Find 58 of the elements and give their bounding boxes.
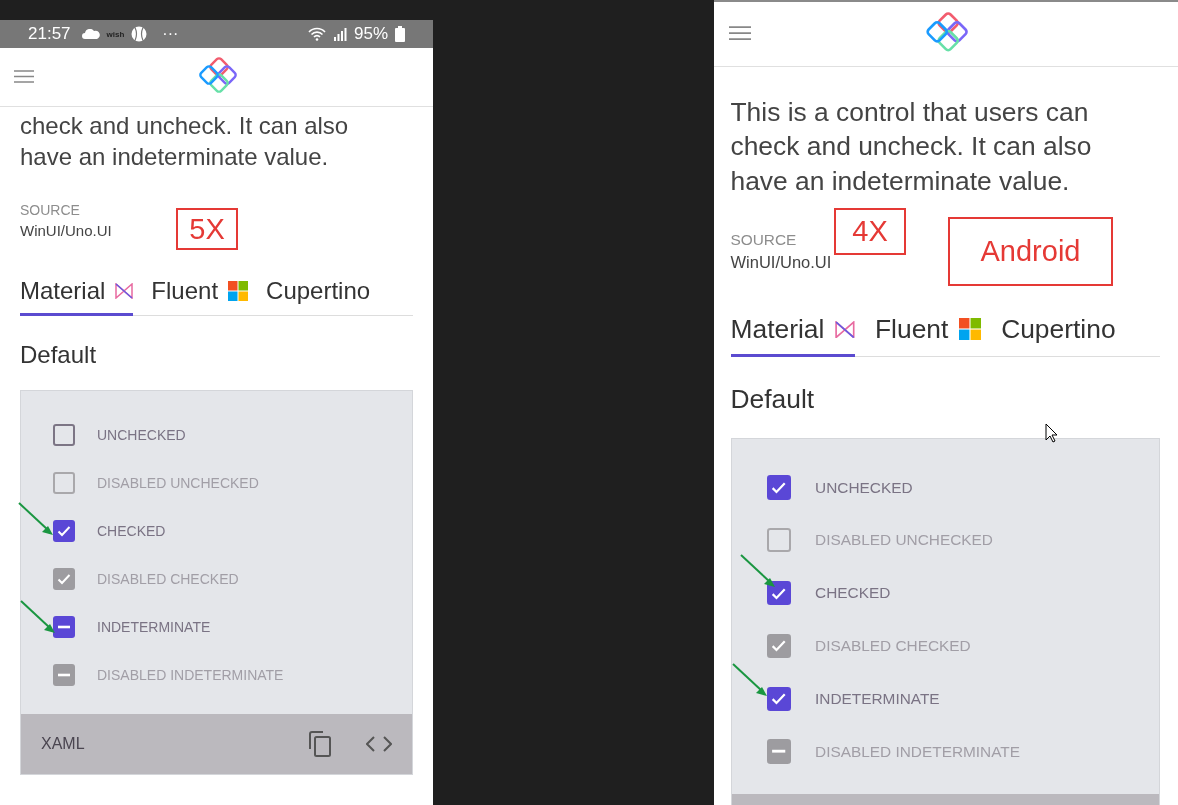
source-value: WinUI/Uno.UI [730,253,832,273]
checkbox-label: UNCHECKED [97,427,186,443]
annotation-label: 5X [176,208,238,250]
checkbox-label: DISABLED CHECKED [815,636,971,655]
code-icon[interactable] [366,736,392,752]
status-more: ··· [162,25,179,43]
annotation-label: 4X [834,208,906,255]
annotation-label: Android [948,217,1113,286]
battery-icon [395,26,405,42]
checkbox-label: INDETERMINATE [815,689,940,708]
four-squares-icon [959,318,982,341]
checkbox[interactable] [766,686,791,711]
checkbox-label: DISABLED CHECKED [97,571,239,587]
tab[interactable]: Cupertino [1001,313,1116,357]
section-title: Default [730,384,816,416]
bowtie-icon [835,320,856,339]
source-value: WinUI/Uno.UI [20,222,112,239]
section-title: Default [20,341,98,369]
checkbox-label: DISABLED UNCHECKED [815,531,993,550]
arrow-icon [20,600,56,634]
menu-icon[interactable] [14,70,34,83]
checkbox-label: DISABLED UNCHECKED [97,475,259,491]
tab[interactable]: Fluent [151,277,249,316]
cloud-icon [81,29,100,39]
arrow-icon [740,554,776,588]
arrow-icon [18,502,54,536]
checkbox[interactable] [766,581,791,606]
tab[interactable]: Material [730,313,856,357]
checkbox-label: DISABLED INDETERMINATE [97,667,284,683]
checkbox[interactable] [53,616,75,638]
checkbox[interactable] [53,424,75,446]
tab[interactable]: Fluent [874,313,982,357]
checkbox[interactable] [766,475,791,500]
cursor-icon [1045,423,1058,443]
description-text: check and uncheck. It can also have an indeterminate value. [20,111,350,172]
status-app-label: wish [106,29,125,39]
bowtie-icon [115,283,134,299]
tab[interactable]: Cupertino [266,277,371,316]
source-label: SOURCE [730,230,798,249]
checkbox-label: UNCHECKED [815,478,913,497]
arrow-icon [732,663,768,697]
four-squares-icon [228,281,249,301]
ball-icon [131,26,148,42]
checkbox-label: CHECKED [815,584,891,603]
status-time: 21:57 [28,24,71,44]
signal-icon [332,27,347,41]
checkbox-label: DISABLED INDETERMINATE [815,742,1021,761]
checkbox[interactable] [53,520,75,542]
source-label: SOURCE [20,202,81,218]
wifi-icon [307,27,326,41]
copy-icon[interactable] [309,731,331,757]
menu-icon[interactable] [729,26,752,41]
footer-label: XAML [41,735,85,753]
description-text: This is a control that users can check and uncheck. It can also have an indeterminate value. [730,96,1093,198]
checkbox-label: CHECKED [97,523,166,539]
battery-level: 95% [353,24,388,44]
checkbox-label: INDETERMINATE [97,619,211,635]
tab[interactable]: Material [20,277,134,316]
